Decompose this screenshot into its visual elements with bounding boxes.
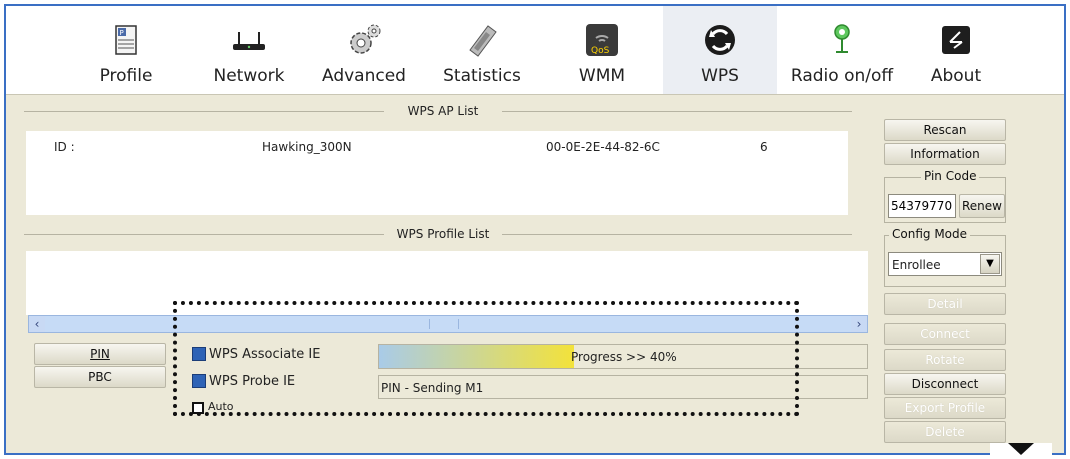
- wps-profile-list[interactable]: [26, 251, 868, 315]
- scroll-left-icon[interactable]: ‹: [29, 316, 45, 332]
- toolbar: P Profile Network Advanced Statistics Qo…: [6, 6, 1064, 94]
- radio-icon: [834, 24, 850, 53]
- calculator-icon: [469, 25, 497, 57]
- tab-profile[interactable]: P Profile: [66, 6, 186, 94]
- ap-channel: 6: [760, 140, 768, 154]
- chevron-down-icon[interactable]: ▼: [980, 254, 1000, 274]
- qos-icon: QoS: [586, 24, 618, 56]
- tab-profile-label: Profile: [99, 66, 153, 86]
- wps-profile-list-title: WPS Profile List: [396, 227, 490, 241]
- pin-code-field[interactable]: 54379770: [888, 194, 956, 218]
- tab-network[interactable]: Network: [189, 6, 309, 94]
- tab-about[interactable]: About: [906, 6, 1006, 94]
- tab-statistics[interactable]: Statistics: [422, 6, 542, 94]
- wps-associate-ie-checkbox[interactable]: [192, 347, 206, 361]
- triangle-down-icon[interactable]: [1008, 443, 1034, 455]
- tab-advanced-label: Advanced: [322, 66, 406, 86]
- export-profile-button[interactable]: Export Profile: [884, 397, 1006, 419]
- auto-checkbox[interactable]: [192, 402, 204, 414]
- tab-wmm[interactable]: QoS WMM: [546, 6, 658, 94]
- tab-wps-label: WPS: [701, 66, 739, 86]
- divider: [24, 111, 384, 112]
- pin-code-group: Pin Code 54379770 Renew: [884, 169, 1006, 223]
- divider: [24, 234, 384, 235]
- pin-button-label: PIN: [90, 347, 110, 361]
- progress-text: Progress >> 40%: [571, 350, 677, 364]
- detail-button[interactable]: Detail: [884, 293, 1006, 315]
- ap-id: ID :: [54, 140, 75, 154]
- tab-radio-label: Radio on/off: [790, 66, 894, 86]
- wps-ap-list[interactable]: ID : Hawking_300N 00-0E-2E-44-82-6C 6: [26, 131, 848, 215]
- expand-area: [990, 443, 1052, 457]
- config-mode-label: Config Mode: [889, 227, 971, 241]
- status-field: PIN - Sending M1: [378, 375, 868, 399]
- pin-code-label: Pin Code: [921, 169, 980, 183]
- pbc-button[interactable]: PBC: [34, 366, 166, 388]
- wps-panel: WPS AP List ID : Hawking_300N 00-0E-2E-4…: [6, 94, 1064, 457]
- horizontal-scrollbar[interactable]: ‹ ›: [28, 315, 868, 333]
- svg-text:QoS: QoS: [591, 46, 610, 56]
- pin-button[interactable]: PIN: [34, 343, 166, 365]
- tab-wmm-label: WMM: [578, 66, 626, 86]
- tab-radio-on-off[interactable]: Radio on/off: [780, 6, 904, 94]
- wps-ap-list-title: WPS AP List: [407, 104, 479, 118]
- tab-statistics-label: Statistics: [443, 66, 521, 86]
- wps-icon: [705, 25, 735, 55]
- progress-bar: Progress >> 40%: [378, 344, 868, 369]
- progress-fill: [379, 345, 575, 368]
- ap-ssid: Hawking_300N: [262, 140, 352, 154]
- renew-button[interactable]: Renew: [959, 194, 1005, 218]
- svg-text:P: P: [120, 29, 124, 37]
- wps-probe-ie-checkbox[interactable]: [192, 374, 206, 388]
- config-mode-group: Config Mode Enrollee ▼: [884, 227, 1006, 287]
- about-icon: [942, 26, 970, 54]
- rotate-button[interactable]: Rotate: [884, 349, 1006, 371]
- connect-button[interactable]: Connect: [884, 323, 1006, 345]
- gear-icon: [350, 24, 381, 54]
- tab-about-label: About: [930, 66, 982, 86]
- tab-network-label: Network: [213, 66, 285, 86]
- wps-associate-ie-label: WPS Associate IE: [209, 347, 321, 362]
- wps-probe-ie-label: WPS Probe IE: [209, 374, 296, 389]
- status-text: PIN - Sending M1: [381, 381, 484, 395]
- tab-advanced[interactable]: Advanced: [304, 6, 424, 94]
- router-icon: [233, 32, 265, 50]
- config-mode-value: Enrollee: [892, 258, 941, 272]
- rescan-button[interactable]: Rescan: [884, 119, 1006, 141]
- scroll-right-icon[interactable]: ›: [851, 316, 867, 332]
- divider: [502, 234, 852, 235]
- app-window: P Profile Network Advanced Statistics Qo…: [4, 4, 1066, 457]
- delete-button[interactable]: Delete: [884, 421, 1006, 443]
- pbc-button-label: PBC: [88, 370, 112, 384]
- information-button[interactable]: Information: [884, 143, 1006, 165]
- disconnect-button[interactable]: Disconnect: [884, 373, 1006, 395]
- auto-label: Auto: [208, 400, 234, 413]
- tab-wps[interactable]: WPS: [663, 6, 777, 94]
- divider: [502, 111, 852, 112]
- ap-row[interactable]: ID : Hawking_300N 00-0E-2E-44-82-6C 6: [26, 131, 848, 161]
- config-mode-select[interactable]: Enrollee ▼: [888, 252, 1002, 276]
- scroll-thumb-grip[interactable]: [429, 319, 459, 329]
- ap-bssid: 00-0E-2E-44-82-6C: [546, 140, 660, 154]
- profile-icon: P: [115, 25, 137, 55]
